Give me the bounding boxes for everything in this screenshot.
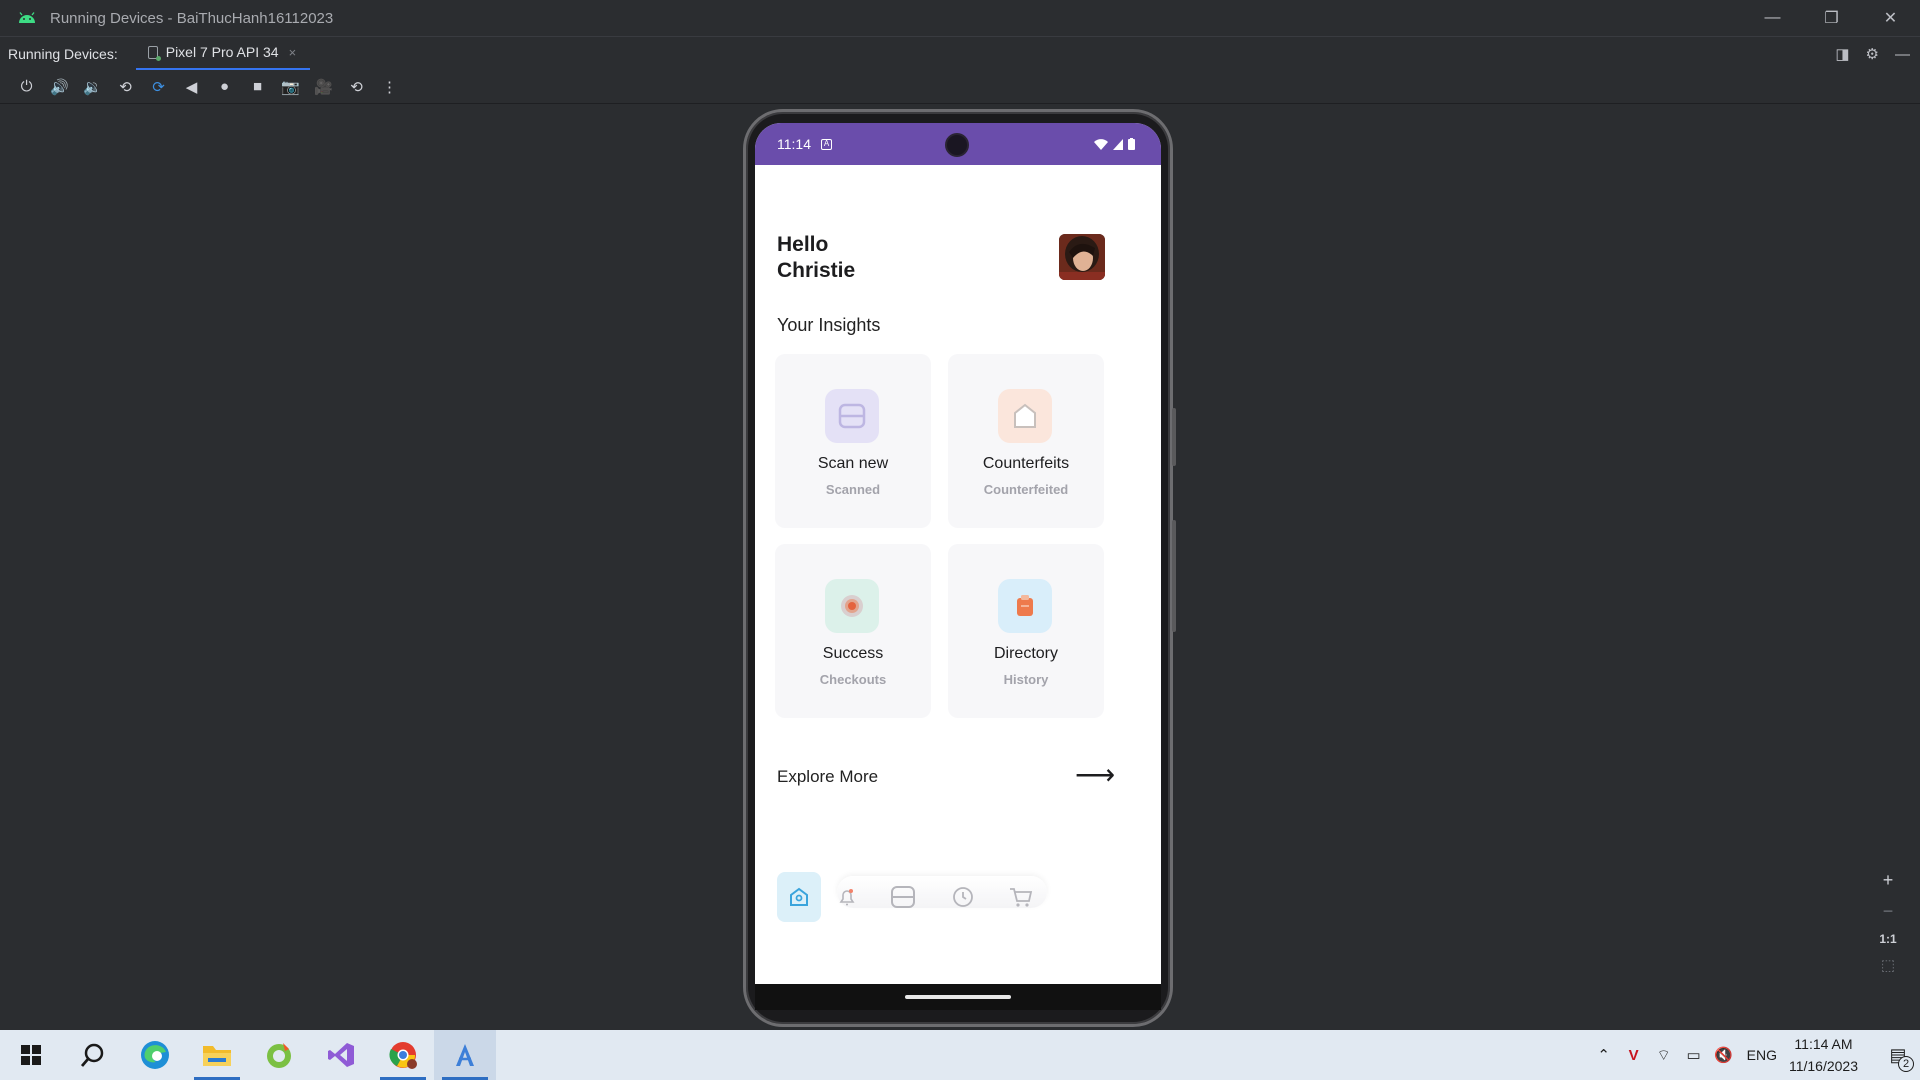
network-icon[interactable]: ⌔ [1649, 1046, 1679, 1065]
android-studio-icon [19, 12, 35, 23]
card-scan-new[interactable]: Scan new Scanned [775, 354, 931, 528]
card-subtitle: Checkouts [819, 672, 887, 687]
card-directory[interactable]: Directory History [948, 544, 1104, 718]
insights-title: Your Insights [777, 315, 881, 335]
notification-a-icon: A [821, 138, 832, 150]
device-toolbar: ⏻ 🔊 🔉 ⟲ ⟳ ◀ ● ■ 📷 🎥 ⟲ ⋮ [0, 70, 1920, 104]
battery-tray-icon[interactable]: ▭ [1679, 1046, 1709, 1064]
tab-label: Pixel 7 Pro API 34 [165, 44, 279, 60]
nav-bell-icon[interactable] [825, 872, 869, 922]
running-devices-tabbar: Running Devices: Pixel 7 Pro API 34 × ◨ … [0, 36, 1920, 71]
card-subtitle: Counterfeited [983, 482, 1069, 497]
avatar-photo [1059, 234, 1105, 280]
zoom-out-button[interactable]: − [1883, 901, 1894, 922]
windows-taskbar: ⌃ V ⌔ ▭ 🔇 ENG 11:14 AM 11/16/2023 ▤ 2 [0, 1030, 1920, 1080]
rotate-right-icon[interactable]: ⟳ [142, 72, 175, 102]
card-success[interactable]: Success Checkouts [775, 544, 931, 718]
app-green-icon[interactable] [248, 1030, 310, 1080]
chrome-icon[interactable] [372, 1030, 434, 1080]
restore-button[interactable]: ❐ [1802, 0, 1861, 36]
speaker-muted-icon[interactable]: 🔇 [1709, 1046, 1739, 1064]
home-icon[interactable]: ● [208, 72, 241, 102]
overview-icon[interactable]: ■ [241, 72, 274, 102]
zoom-in-button[interactable]: + [1883, 870, 1894, 891]
card-subtitle: History [1003, 672, 1049, 687]
greeting-name: Christie [777, 259, 856, 282]
battery-icon [1128, 138, 1135, 150]
notification-count: 2 [1898, 1055, 1914, 1072]
explore-more-link[interactable]: Explore More [777, 767, 878, 787]
search-icon[interactable] [62, 1030, 124, 1080]
device-icon [147, 45, 161, 61]
nav-scan-icon[interactable] [881, 872, 925, 922]
clipboard-icon [998, 579, 1052, 633]
notification-center-icon[interactable]: ▤ 2 [1876, 1045, 1920, 1072]
card-title: Directory [993, 645, 1058, 662]
snapshot-icon[interactable]: ⟲ [340, 72, 373, 102]
house-icon [998, 389, 1052, 443]
gear-icon[interactable]: ⚙ [1866, 45, 1879, 63]
nav-cart-icon[interactable] [999, 872, 1043, 922]
tab-pixel-7-pro[interactable]: Pixel 7 Pro API 34 × [135, 37, 311, 71]
card-subtitle: Scanned [825, 482, 881, 497]
clock-time: 11:14 AM [1794, 1036, 1853, 1052]
close-button[interactable]: ✕ [1861, 0, 1920, 36]
rotate-left-icon[interactable]: ⟲ [109, 72, 142, 102]
android-studio-taskbar-icon[interactable] [434, 1030, 496, 1080]
antivirus-icon[interactable]: V [1619, 1047, 1649, 1064]
phone-side-button [1172, 408, 1176, 466]
status-time: 11:14 [777, 136, 811, 152]
running-devices-label: Running Devices: [8, 45, 118, 62]
greeting-hello: Hello [777, 233, 829, 256]
zoom-panel: + − 1:1 ⬚ [1870, 870, 1906, 974]
hide-panel-icon[interactable]: — [1895, 46, 1910, 63]
screenshot-icon[interactable]: 📷 [274, 72, 307, 102]
visual-studio-icon[interactable] [310, 1030, 372, 1080]
file-explorer-icon[interactable] [186, 1030, 248, 1080]
screen-record-icon[interactable]: 🎥 [307, 72, 340, 102]
card-title: Scan new [817, 455, 889, 472]
arrow-right-icon[interactable]: ⟶ [1075, 761, 1115, 789]
nav-history-icon[interactable] [941, 872, 985, 922]
gesture-handle[interactable] [905, 995, 1011, 999]
tab-close-icon[interactable]: × [289, 45, 297, 60]
window-title: Running Devices - BaiThucHanh16112023 [50, 9, 334, 27]
bottom-navigation [777, 872, 1137, 924]
title-bar: Running Devices - BaiThucHanh16112023 — … [0, 0, 1920, 36]
avatar[interactable] [1059, 234, 1105, 280]
card-title: Counterfeits [982, 455, 1070, 472]
phone-screen[interactable]: 11:14 A Hello Christie Your Insights Sca… [755, 123, 1161, 1010]
target-icon [825, 579, 879, 633]
back-icon[interactable]: ◀ [175, 72, 208, 102]
chevron-up-icon[interactable]: ⌃ [1589, 1046, 1619, 1064]
wifi-icon [1094, 138, 1108, 150]
volume-down-icon[interactable]: 🔉 [76, 72, 109, 102]
status-bar: 11:14 A [755, 123, 1161, 165]
scan-icon [825, 389, 879, 443]
signal-icon [1113, 138, 1123, 150]
windows-start-icon[interactable] [0, 1030, 62, 1080]
power-icon[interactable]: ⏻ [10, 72, 43, 102]
volume-up-icon[interactable]: 🔊 [43, 72, 76, 102]
minimize-button[interactable]: — [1743, 0, 1802, 36]
card-title: Success [822, 645, 884, 662]
nav-home-icon[interactable] [777, 872, 821, 922]
more-icon[interactable]: ⋮ [373, 72, 406, 102]
edge-browser-icon[interactable] [124, 1030, 186, 1080]
clock[interactable]: 11:14 AM 11/16/2023 [1789, 1033, 1858, 1077]
zoom-actual-size-button[interactable]: 1:1 [1879, 932, 1896, 946]
greeting: Hello Christie [777, 232, 855, 284]
card-counterfeits[interactable]: Counterfeits Counterfeited [948, 354, 1104, 528]
fit-screen-icon[interactable]: ⬚ [1881, 956, 1895, 974]
layout-icon[interactable]: ◨ [1835, 45, 1849, 63]
language-indicator[interactable]: ENG [1747, 1047, 1777, 1063]
system-tray: ⌃ V ⌔ ▭ 🔇 ENG 11:14 AM 11/16/2023 ▤ 2 [1589, 1030, 1920, 1080]
camera-cutout [945, 133, 969, 157]
clock-date: 11/16/2023 [1788, 1058, 1858, 1074]
phone-volume-button [1172, 520, 1176, 632]
